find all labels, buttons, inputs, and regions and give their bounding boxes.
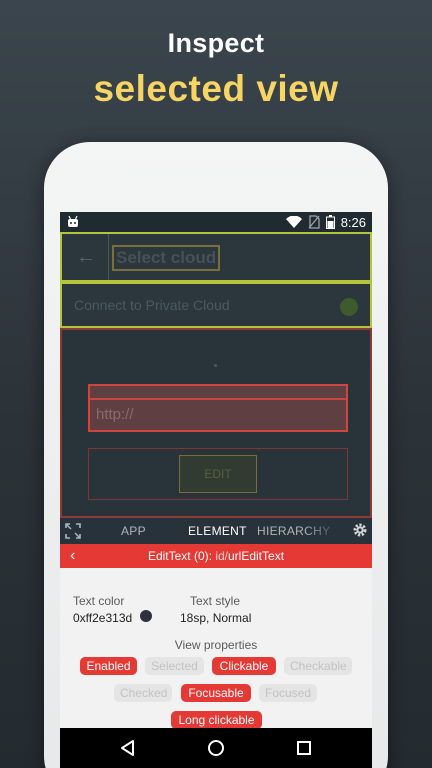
text-style-value: 18sp, Normal — [180, 611, 252, 625]
url-edit-text-highlight[interactable]: http:// — [88, 384, 348, 432]
connect-private-cloud-label: Connect to Private Cloud — [74, 297, 230, 313]
tab-app[interactable]: APP — [121, 524, 146, 538]
home-circle-icon[interactable] — [206, 738, 226, 758]
url-input-text[interactable]: http:// — [96, 406, 134, 423]
recents-square-icon[interactable] — [294, 738, 314, 758]
element-id-prefix: id/ — [215, 549, 228, 563]
tab-element[interactable]: ELEMENT — [188, 524, 247, 538]
view-properties-label: View properties — [174, 638, 258, 652]
app-bar-divider — [108, 234, 109, 280]
promo-title-line2: selected view — [93, 68, 339, 109]
tab-fade-overlay — [304, 518, 344, 544]
inspected-app-title[interactable]: Select cloud — [112, 245, 221, 271]
edit-button-container: EDIT — [88, 448, 348, 500]
promo-title-line1: Inspect — [167, 28, 265, 58]
connect-toggle[interactable] — [340, 298, 358, 316]
inspected-content-area[interactable]: http:// EDIT — [60, 328, 372, 518]
element-header: ‹ EditText (0): id/urlEditText — [60, 544, 372, 568]
url-field-underline — [90, 398, 346, 400]
element-properties-panel: Text color 0xff2e313d Text style 18sp, N… — [60, 568, 372, 729]
chip-checked[interactable]: Checked — [114, 684, 172, 702]
chip-focusable[interactable]: Focusable — [181, 684, 251, 702]
edit-button[interactable]: EDIT — [179, 455, 257, 493]
gear-icon[interactable] — [352, 522, 368, 538]
phone-screen: 8:26 ← Select cloud Connect to Private C… — [60, 212, 372, 768]
content-marker — [214, 364, 217, 367]
color-swatch — [140, 610, 152, 622]
chip-checkable[interactable]: Checkable — [284, 657, 352, 675]
status-bar: 8:26 — [60, 212, 372, 232]
chip-focused[interactable]: Focused — [259, 684, 317, 702]
no-sim-icon — [308, 215, 320, 229]
back-triangle-icon[interactable] — [118, 738, 138, 758]
text-color-label: Text color — [73, 594, 125, 608]
chip-long-clickable[interactable]: Long clickable — [171, 711, 262, 729]
inspector-tab-bar: APP ELEMENT HIERARCHY — [60, 518, 372, 544]
system-navigation-bar — [60, 728, 372, 768]
element-title: EditText (0): id/urlEditText — [60, 549, 372, 563]
element-id: urlEditText — [228, 549, 285, 563]
connect-private-cloud-row[interactable]: Connect to Private Cloud — [60, 282, 372, 328]
back-arrow-icon[interactable]: ← — [76, 246, 98, 268]
element-type: EditText (0): — [147, 549, 216, 563]
status-time: 8:26 — [340, 214, 366, 230]
inspected-app-bar[interactable]: ← Select cloud — [60, 232, 372, 282]
text-color-value: 0xff2e313d — [73, 611, 133, 625]
expand-icon[interactable] — [64, 522, 82, 540]
battery-icon — [325, 215, 335, 229]
wifi-icon — [285, 216, 302, 228]
chip-selected[interactable]: Selected — [145, 657, 204, 675]
chip-clickable[interactable]: Clickable — [212, 657, 276, 675]
chip-enabled[interactable]: Enabled — [80, 657, 137, 675]
android-robot-icon — [68, 215, 78, 227]
text-style-label: Text style — [190, 594, 241, 608]
